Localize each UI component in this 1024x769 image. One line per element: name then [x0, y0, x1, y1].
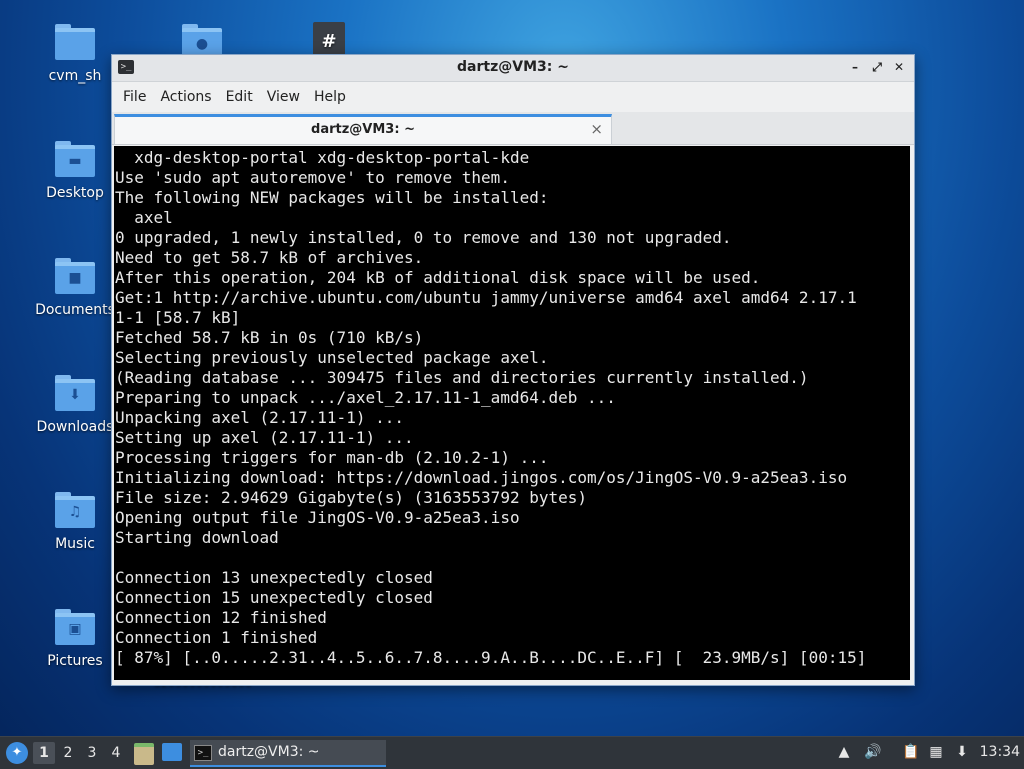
terminal-line: Connection 12 finished	[115, 608, 327, 627]
network-icon[interactable]: ▦	[928, 744, 944, 760]
taskbar: ✦ 1 2 3 4 >_ dartz@VM3: ~ ▲ 🔊 📋 ▦ ⬇ 13:3…	[0, 736, 1024, 769]
terminal-line: Need to get 58.7 kB of archives.	[115, 248, 424, 267]
workspace-1[interactable]: 1	[33, 742, 55, 764]
menu-file[interactable]: File	[116, 89, 153, 105]
workspace-3[interactable]: 3	[81, 742, 103, 764]
workspace-2[interactable]: 2	[57, 742, 79, 764]
clock: 13:34	[979, 744, 1020, 760]
tab-terminal[interactable]: dartz@VM3: ~ ×	[114, 114, 612, 144]
tab-bar: dartz@VM3: ~ ×	[112, 112, 914, 145]
start-menu-button[interactable]: ✦	[6, 742, 28, 764]
terminal-window: >_ dartz@VM3: ~ – ⤢ ✕ File Actions Edit …	[111, 54, 915, 686]
terminal-line: Connection 15 unexpectedly closed	[115, 588, 433, 607]
documents-folder-icon: ■	[55, 258, 95, 294]
desktop-icon-pictures[interactable]: ▣ Pictures	[27, 609, 123, 669]
tab-close-icon[interactable]: ×	[590, 120, 603, 138]
terminal-line: (Reading database ... 309475 files and d…	[115, 368, 809, 387]
music-folder-icon: ♫	[55, 492, 95, 528]
terminal-line: Preparing to unpack .../axel_2.17.11-1_a…	[115, 388, 616, 407]
update-icon[interactable]: ⬇	[954, 744, 970, 760]
terminal-line: Processing triggers for man-db (2.10.2-1…	[115, 448, 549, 467]
window-titlebar[interactable]: >_ dartz@VM3: ~ – ⤢ ✕	[112, 55, 914, 82]
close-button[interactable]: ✕	[890, 58, 908, 76]
terminal-line: After this operation, 204 kB of addition…	[115, 268, 761, 287]
desktop-icon-music[interactable]: ♫ Music	[27, 492, 123, 552]
desktop-icon-label: Pictures	[47, 653, 103, 669]
terminal-line: Selecting previously unselected package …	[115, 348, 549, 367]
terminal-line: Starting download	[115, 528, 279, 547]
terminal-line: Opening output file JingOS-V0.9-a25ea3.i…	[115, 508, 520, 527]
terminal-line: Fetched 58.7 kB in 0s (710 kB/s)	[115, 328, 424, 347]
desktop-icon-documents[interactable]: ■ Documents	[27, 258, 123, 318]
menu-help[interactable]: Help	[307, 89, 353, 105]
terminal-line: 1-1 [58.7 kB]	[115, 308, 241, 327]
terminal-lines: xdg-desktop-portal xdg-desktop-portal-kd…	[114, 146, 910, 668]
terminal-line: Connection 13 unexpectedly closed	[115, 568, 433, 587]
file-manager-icon[interactable]	[134, 743, 154, 765]
minimize-button[interactable]: –	[846, 58, 864, 76]
workspace-4[interactable]: 4	[105, 742, 127, 764]
maximize-button[interactable]: ⤢	[868, 58, 886, 76]
desktop-icon-label: Desktop	[46, 185, 104, 201]
desktop-icon-desktop[interactable]: ▬ Desktop	[27, 141, 123, 201]
downloads-folder-icon: ⬇	[55, 375, 95, 411]
terminal-line: Use 'sudo apt autoremove' to remove them…	[115, 168, 510, 187]
terminal-line: Initializing download: https://download.…	[115, 468, 848, 487]
menu-view[interactable]: View	[260, 89, 307, 105]
terminal-line: Setting up axel (2.17.11-1) ...	[115, 428, 414, 447]
terminal-line: File size: 2.94629 Gigabyte(s) (31635537…	[115, 488, 588, 507]
folder-icon	[55, 24, 95, 60]
terminal-line: Get:1 http://archive.ubuntu.com/ubuntu j…	[115, 288, 857, 307]
desktop-icon-label: Music	[55, 536, 95, 552]
terminal-line: [ 87%] [..0.....2.31..4..5..6..7.8....9.…	[115, 648, 867, 667]
pictures-folder-icon: ▣	[55, 609, 95, 645]
terminal-line: 0 upgraded, 1 newly installed, 0 to remo…	[115, 228, 732, 247]
desktop-icon-label: cvm_sh	[48, 68, 102, 84]
menu-bar: File Actions Edit View Help	[112, 82, 914, 112]
desktop-icon-cvm-sh[interactable]: cvm_sh	[27, 24, 123, 84]
terminal-line: Unpacking axel (2.17.11-1) ...	[115, 408, 404, 427]
menu-edit[interactable]: Edit	[219, 89, 260, 105]
terminal-output[interactable]: xdg-desktop-portal xdg-desktop-portal-kd…	[114, 146, 910, 680]
show-desktop-icon[interactable]	[162, 743, 182, 761]
desktop-icon-downloads[interactable]: ⬇ Downloads	[27, 375, 123, 435]
menu-actions[interactable]: Actions	[153, 89, 218, 105]
window-title: dartz@VM3: ~	[457, 59, 569, 75]
terminal-line: The following NEW packages will be insta…	[115, 188, 549, 207]
tab-label: dartz@VM3: ~	[311, 122, 415, 137]
taskbar-item-terminal[interactable]: >_ dartz@VM3: ~	[190, 740, 386, 767]
folder-icon: ▬	[55, 141, 95, 177]
desktop-icon-label: Documents	[35, 302, 115, 318]
taskbar-item-label: dartz@VM3: ~	[218, 744, 320, 760]
terminal-icon: >_	[194, 745, 212, 761]
volume-icon[interactable]: 🔊	[864, 744, 881, 760]
terminal-line: xdg-desktop-portal xdg-desktop-portal-kd…	[115, 148, 530, 167]
desktop-icon-label: Downloads	[36, 419, 114, 435]
terminal-line: axel	[115, 208, 173, 227]
upload-icon[interactable]: ▲	[836, 744, 852, 760]
clipboard-icon[interactable]: 📋	[902, 744, 919, 760]
terminal-line: Connection 1 finished	[115, 628, 318, 647]
